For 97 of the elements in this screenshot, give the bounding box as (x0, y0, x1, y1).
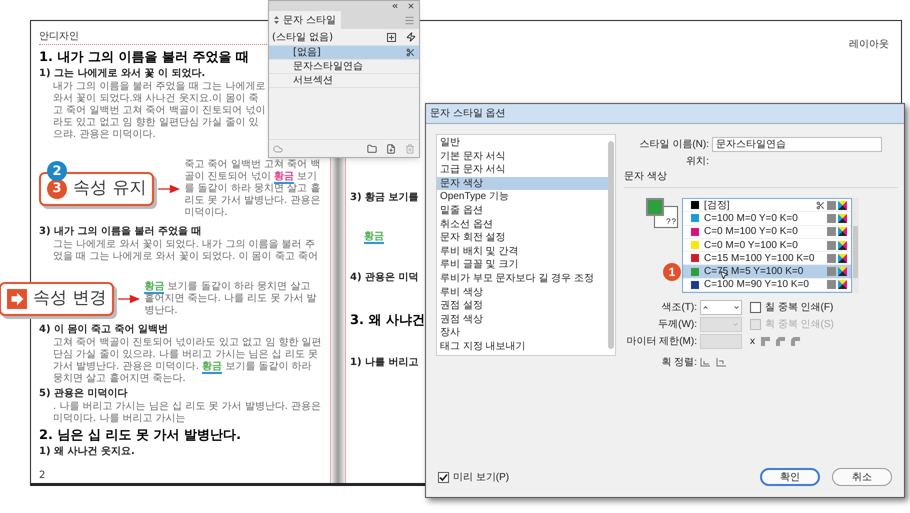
style-list-item[interactable]: 서브섹션 (269, 74, 419, 88)
category-item[interactable]: 태그 지정 내보내기 (437, 340, 608, 354)
subheading: 5) 관용은 미덕이다 (39, 388, 128, 400)
subheading: 3) 황금 보기를 (350, 192, 420, 204)
category-item[interactable]: 루비가 부모 문자보다 길 경우 조정 (437, 272, 608, 286)
body-text: 그는 나에게로 와서 꽃이 되었다. 내가 그의 이름을 불러 주었을 때 그는 나에게로 와서 꽃이 되었다. 이 몸이 죽고 죽어 (52, 239, 319, 263)
cloud-icon[interactable] (273, 144, 283, 154)
tint-field[interactable] (700, 300, 742, 315)
callout-text: 속성 유지 (73, 177, 146, 200)
new-icon[interactable] (386, 144, 396, 154)
swatch-item[interactable]: C=100 M=0 Y=0 K=0 (683, 212, 851, 226)
cmyk-icon (838, 267, 847, 276)
pointer-arrow (118, 294, 140, 304)
callout-text: 속성 변경 (33, 287, 106, 310)
subheading: 3) 내가 그의 이름을 불러 주었을 때 (39, 226, 202, 238)
lightning-icon[interactable] (406, 32, 416, 42)
subheading: 1) 그는 나에게로 와서 꽃 이 되었다. (39, 68, 206, 80)
current-style-label: (스타일 없음) (272, 30, 333, 44)
updown-icon (274, 16, 279, 24)
checkbox-label: 획 중복 인쇄(S) (765, 318, 834, 332)
stepper-icon[interactable] (702, 304, 709, 311)
cmyk-icon (838, 200, 847, 210)
weight-field[interactable] (700, 317, 742, 332)
category-item[interactable]: 루비 배치 및 간격 (437, 244, 608, 258)
category-item[interactable]: 문자 색상 (437, 176, 608, 190)
step-badge: 2 (47, 161, 67, 182)
cmyk-icon (838, 240, 847, 250)
category-item[interactable]: 기본 문자 서식 (437, 150, 608, 164)
body-text: . 나를 버리고 가시는 님은 십 리도 못 가서 발병난다. 관용은 미덕이다. 나를 버리고 가시는 (52, 401, 322, 425)
swatch-item[interactable]: [검정] (683, 199, 851, 212)
dialog-title: 문자 스타일 옵션 (430, 107, 506, 121)
align-icon[interactable] (716, 358, 726, 367)
subheading: 1) 왜 사나건 웃지요. (39, 446, 136, 458)
body-text: 황금 보기를 돌같이 하라 뭉치면 살고 흩어지면 죽는다. 나를 리도 못 가서 발병난다. (144, 281, 318, 317)
step-badge: 3 (47, 179, 67, 199)
category-item[interactable]: OpenType 기능 (437, 190, 608, 204)
heading: 3. 왜 사냐건 (350, 313, 426, 328)
cmyk-icon (838, 227, 847, 236)
category-item[interactable]: 문자 회전 설정 (437, 231, 608, 245)
style-list-item[interactable]: [없음] (269, 46, 419, 60)
section-title: 문자 색상 (624, 171, 667, 182)
category-item[interactable]: 밑줄 옵션 (437, 204, 608, 218)
heading: 2. 님은 십 리도 못 가서 발병난다. (39, 428, 242, 443)
new-style-icon[interactable] (387, 32, 396, 42)
folder-icon[interactable] (367, 144, 377, 154)
step-badge: 1 (663, 262, 681, 280)
category-item[interactable]: 권점 설정 (437, 299, 608, 313)
unknown-mark: ? (666, 218, 671, 226)
heading: 1. 내가 그의 이름을 불러 주었을 때 (39, 50, 250, 65)
dialog-button[interactable]: 확인 (760, 468, 820, 486)
subheading: 4) 관용은 미덕 (350, 272, 420, 284)
unknown-mark: ? (672, 218, 676, 226)
panel-tab[interactable]: 문자 스타일 (269, 11, 342, 29)
cmyk-icon (838, 280, 847, 290)
miter-field[interactable] (700, 334, 742, 349)
collapse-icon[interactable] (391, 2, 399, 10)
multiply-sign: x (750, 335, 755, 349)
category-item[interactable]: 장사 (437, 326, 608, 340)
field-label: 색조(T): (660, 301, 698, 315)
checkbox[interactable] (438, 472, 449, 482)
menu-icon[interactable] (404, 15, 415, 26)
close-icon[interactable] (407, 2, 415, 10)
body-text: 고쳐 죽어 백골이 진토되어 넋이라도 있고 없고 임 향한 일편단심 가실 줄이 있으랴. 나를 버리고 가시는 님은 십 리도 못 가서 발병난다. 관용은 미덕이다. 황금 보기를 돌같이 하라 뭉치면 살고 흩어지면 죽는다. (52, 337, 322, 385)
pointer-arrow (158, 184, 180, 194)
field-label: 위치: (685, 155, 710, 169)
subheading: 1) 나를 버리고 (350, 357, 420, 369)
checkbox[interactable] (750, 302, 761, 313)
style-name-field[interactable]: 문자스타일연습 (712, 136, 882, 152)
category-item[interactable]: 루비 색상 (437, 286, 608, 300)
body-text: 황금 (363, 231, 385, 243)
dialog-button[interactable]: 취소 (832, 468, 892, 486)
category-item[interactable]: 일반 (437, 136, 608, 150)
running-header: 안디자인 (39, 31, 267, 45)
category-item[interactable]: 권점 색상 (437, 312, 608, 326)
subheading: 4) 이 몸이 죽고 죽어 일백번 (39, 324, 169, 336)
cmyk-icon (838, 254, 847, 263)
checkbox-label: 칠 중복 인쇄(F) (765, 301, 834, 315)
swatch-item[interactable]: C=100 M=90 Y=10 K=0 (683, 278, 851, 292)
body-text: 죽고 죽어 일백번 고쳐 죽어 백골이 진토되어 넋이 황금 보기를 돌같이 하라 뭉치면 살고 흩 리도 못 가서 발병난다. 관용은 미덕이다. (184, 159, 322, 219)
style-list-item[interactable]: 문자스타일연습 (269, 60, 419, 74)
checkbox-label: 미리 보기(P) (453, 470, 510, 484)
field-label: 스타일 이름(N): (638, 138, 710, 152)
cmyk-icon (838, 214, 847, 223)
swatch-item[interactable]: C=0 M=0 Y=100 K=0 (683, 238, 851, 252)
trash-icon[interactable] (405, 144, 415, 154)
swatch-item[interactable]: C=0 M=100 Y=0 K=0 (683, 226, 851, 239)
page-number: 2 (39, 470, 46, 482)
field-label: 마이터 제한(M): (625, 335, 698, 349)
field-label: 두께(W): (657, 318, 698, 332)
category-item[interactable]: 취소선 옵션 (437, 218, 608, 232)
category-item[interactable]: 고급 문자 서식 (437, 163, 608, 177)
body-text: 내가 그의 이름을 불러 주었을 때 그는 나에게로 와서 꽃이 되었다.왜 사나건 웃지요.이 몸이 죽고 죽어 일백번 고쳐 죽어 백골이 진토되어 넋이라도 있고 없고 임 향한 일편단심 가실 줄이 있으랴. 관용은 미덕이다. (52, 81, 266, 141)
field-label: 획 정렬: (660, 356, 698, 370)
align-icon[interactable] (700, 358, 710, 367)
dropdown-icon[interactable] (733, 304, 740, 311)
category-item[interactable]: 루비 글꼴 및 크기 (437, 258, 608, 272)
running-header: 레이아웃 (849, 39, 889, 51)
